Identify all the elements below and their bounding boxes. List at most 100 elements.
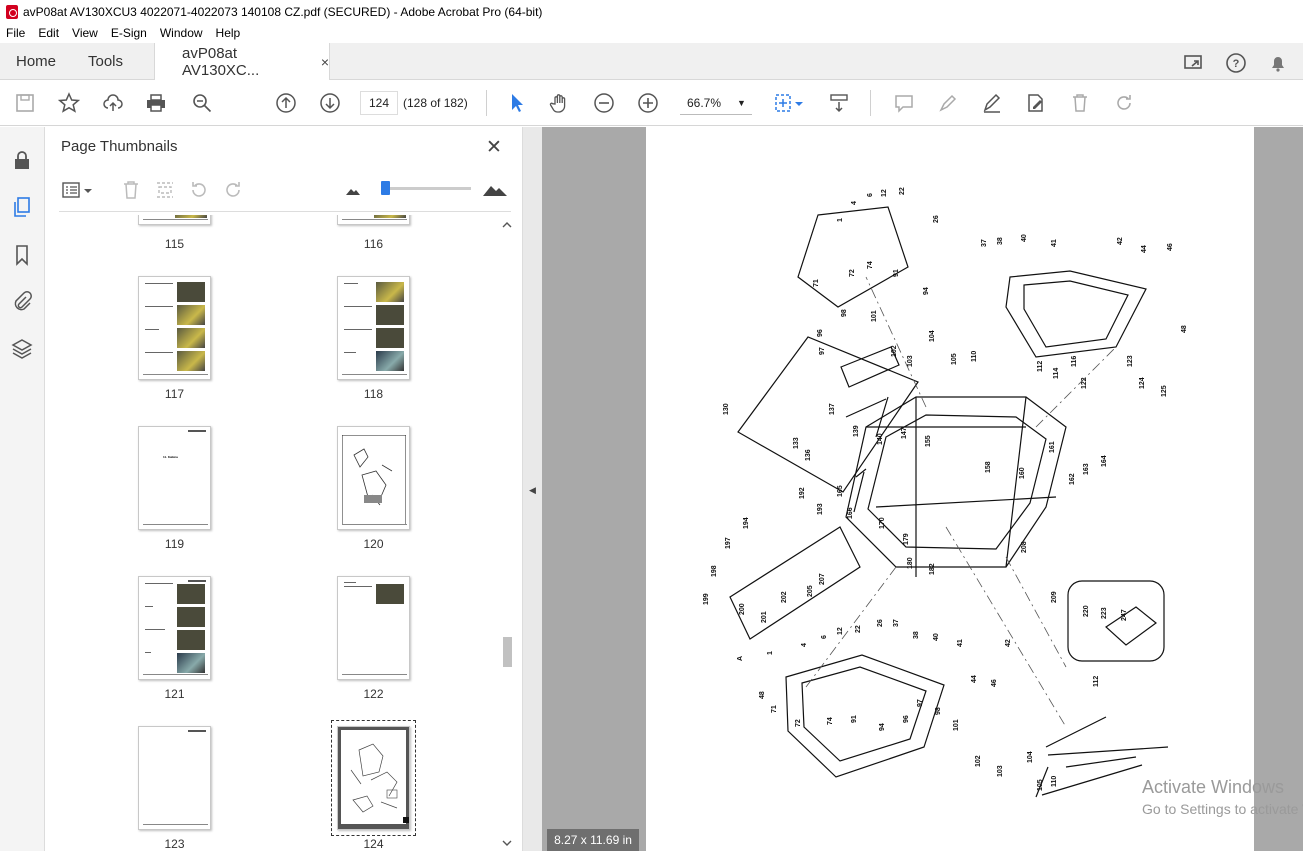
menu-view[interactable]: View (72, 26, 98, 40)
diagram-callout-label: 137 (829, 403, 836, 415)
thumbnail-page-121[interactable] (138, 576, 211, 680)
hand-tool-icon[interactable] (548, 91, 572, 115)
diagram-callout-label: 37 (981, 239, 988, 247)
diagram-callout-label: 166 (847, 507, 854, 519)
tab-tools[interactable]: Tools (88, 43, 123, 80)
zoom-in-icon[interactable] (636, 91, 660, 115)
zoom-search-icon[interactable] (190, 91, 214, 115)
diagram-callout-label: 194 (743, 517, 750, 529)
diagram-callout-label: 114 (1053, 368, 1060, 379)
redo-icon[interactable] (1112, 91, 1136, 115)
upload-cloud-icon[interactable] (101, 91, 125, 115)
tab-close-icon[interactable]: × (321, 54, 329, 70)
thumbnail-label: 119 (164, 537, 185, 551)
tab-document[interactable]: avP08at AV130XC... × (154, 43, 330, 81)
zoom-out-icon[interactable] (592, 91, 616, 115)
pdf-page: 1 4 6 12 22 26 37 38 40 41 42 44 46 48 71 72 74 91 94 96 97 9… (646, 127, 1254, 851)
next-page-icon[interactable] (318, 91, 342, 115)
diagram-callout-label: 38 (997, 237, 1004, 245)
diagram-callout-label: 223 (1101, 607, 1108, 619)
attachment-icon[interactable] (11, 290, 33, 312)
thumbnail-scrollbar[interactable] (500, 219, 514, 849)
diagram-callout-label: 165 (837, 485, 844, 497)
panel-collapse-handle[interactable]: ◀ (523, 127, 542, 851)
panel-close-icon[interactable]: ✕ (486, 136, 502, 159)
diagram-door-glass-lower (801, 666, 927, 762)
window-title: avP08at AV130XCU3 4022071-4022073 140108… (23, 4, 543, 19)
lock-icon[interactable] (11, 149, 33, 171)
diagram-callout-label: A (737, 656, 744, 661)
fit-dropdown-chevron-icon[interactable] (794, 91, 804, 115)
thumbnail-page-119[interactable]: 11. Kabina (138, 426, 211, 530)
diagram-callout-label: 110 (971, 351, 978, 362)
bookmark-icon[interactable] (11, 244, 33, 266)
thumbnail-diagram (350, 743, 398, 813)
scroll-down-icon[interactable] (502, 839, 512, 847)
diagram-callout-label: 72 (849, 269, 856, 277)
select-cursor-icon[interactable] (505, 91, 529, 115)
bell-icon[interactable] (1267, 52, 1289, 74)
diagram-callout-label: 26 (933, 215, 940, 223)
fit-page-icon[interactable] (772, 91, 796, 115)
scroll-mode-icon[interactable] (827, 91, 851, 115)
layers-icon[interactable] (11, 337, 33, 359)
diagram-callout-label: 94 (923, 287, 930, 295)
comment-icon[interactable] (892, 91, 916, 115)
diagram-door-frame-lower (785, 654, 945, 778)
thumbnail-page-117[interactable] (138, 276, 211, 380)
print-icon[interactable] (144, 91, 168, 115)
thumbnail-page-120[interactable] (337, 426, 410, 530)
thumbnail-page-115[interactable] (138, 215, 211, 225)
diagram-callout-label: 42 (1005, 639, 1012, 647)
prev-page-icon[interactable] (274, 91, 298, 115)
thumbnail-options-icon[interactable] (61, 179, 83, 201)
help-icon[interactable]: ? (1225, 52, 1247, 74)
diagram-callout-label: 140 (877, 433, 884, 445)
tab-home[interactable]: Home (16, 43, 56, 80)
menu-help[interactable]: Help (216, 26, 241, 40)
delete-page-icon[interactable] (120, 179, 142, 201)
page-thumbnails-icon[interactable] (11, 196, 33, 218)
diagram-callout-label: 160 (1019, 467, 1026, 479)
large-mountain-icon[interactable] (482, 179, 508, 201)
thumbnail-size-slider-knob[interactable] (381, 181, 390, 195)
thumbnail-label: 116 (363, 237, 384, 251)
thumbnail-page-116[interactable] (337, 215, 410, 225)
thumbnail-page-122[interactable] (337, 576, 410, 680)
scroll-up-icon[interactable] (502, 221, 512, 229)
thumbnail-page-123[interactable] (138, 726, 211, 830)
diagram-callout-label: 123 (1127, 355, 1134, 367)
edit-text-icon[interactable] (1024, 91, 1048, 115)
scrollbar-thumb[interactable] (503, 637, 512, 667)
menu-esign[interactable]: E-Sign (111, 26, 147, 40)
diagram-callout-label: 46 (1167, 243, 1174, 251)
menu-edit[interactable]: Edit (38, 26, 59, 40)
rotate-right-icon[interactable] (222, 179, 244, 201)
star-icon[interactable] (57, 91, 81, 115)
small-mountain-icon[interactable] (345, 179, 361, 201)
sign-pen-icon[interactable] (980, 91, 1004, 115)
page-thumbnails-panel: Page Thumbnails ✕ 115 116 117 118 11. Ka… (45, 127, 523, 851)
menu-bar: File Edit View E-Sign Window Help (0, 23, 1303, 43)
diagram-callout-label: 22 (899, 187, 906, 195)
menu-file[interactable]: File (6, 26, 25, 40)
trash-icon[interactable] (1068, 91, 1092, 115)
share-screen-icon[interactable] (1183, 52, 1205, 74)
chevron-down-icon[interactable] (83, 179, 93, 201)
thumbnail-page-118[interactable] (337, 276, 410, 380)
extract-page-icon[interactable] (154, 179, 176, 201)
thumbnail-size-slider[interactable] (383, 187, 471, 190)
diagram-callout-label: 98 (935, 707, 942, 715)
thumbnail-grid: 115 116 117 118 11. Kabina 119 120 121 1… (59, 215, 499, 851)
diagram-callout-label: 71 (771, 705, 778, 713)
zoom-dropdown[interactable]: 66.7% ▼ (680, 91, 752, 115)
document-viewer[interactable]: 1 4 6 12 22 26 37 38 40 41 42 44 46 48 71 72 74 91 94 96 97 9… (542, 127, 1303, 851)
highlight-pen-icon[interactable] (936, 91, 960, 115)
menu-window[interactable]: Window (160, 26, 203, 40)
save-icon[interactable] (13, 91, 37, 115)
rotate-left-icon[interactable] (188, 179, 210, 201)
thumbnail-label: 122 (363, 687, 384, 701)
diagram-callout-label: 155 (925, 435, 932, 447)
page-number-input[interactable]: 124 (360, 91, 398, 115)
thumbnail-page-124[interactable] (337, 726, 410, 830)
